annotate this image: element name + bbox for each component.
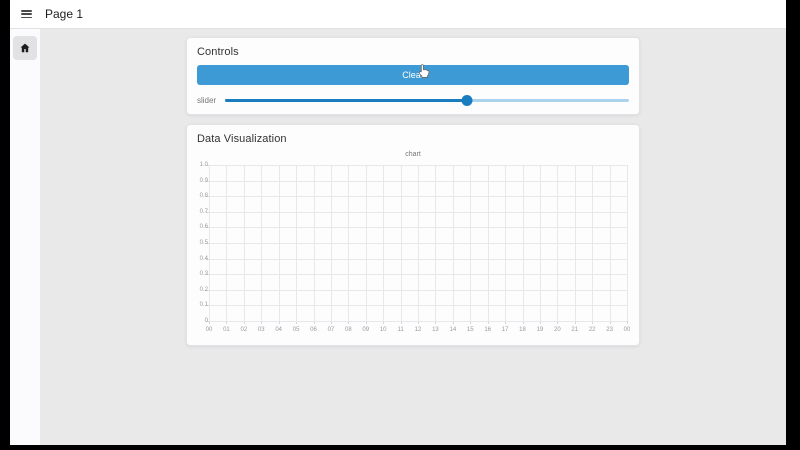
visualization-panel-title: Data Visualization bbox=[197, 133, 287, 145]
visualization-panel: Data Visualization chart 00 01 02 03 04 05 06 0… bbox=[186, 124, 640, 346]
slider-fill bbox=[225, 98, 468, 102]
x-tick-label: 15 bbox=[466, 327, 474, 333]
gridline-horizontal bbox=[209, 227, 627, 229]
gridline-horizontal bbox=[209, 196, 627, 198]
y-tick-label: 0.4 bbox=[199, 255, 208, 262]
controls-panel: Controls Clear slider bbox=[186, 37, 640, 115]
slider-track[interactable] bbox=[225, 94, 629, 106]
gridline-horizontal bbox=[209, 321, 627, 322]
y-tick-label: 0.8 bbox=[199, 193, 208, 200]
y-tick-label: 0.6 bbox=[199, 224, 208, 231]
x-tick-label: 04 bbox=[275, 327, 282, 333]
x-tick-label: 02 bbox=[240, 327, 248, 333]
y-tick-label: 0 bbox=[204, 318, 208, 324]
gridline-vertical bbox=[627, 165, 628, 321]
x-tick-label: 18 bbox=[519, 327, 526, 333]
controls-panel-title: Controls bbox=[197, 46, 239, 58]
x-tick-label: 23 bbox=[606, 327, 613, 333]
gridline-horizontal bbox=[209, 258, 627, 260]
x-tick-label: 05 bbox=[292, 327, 300, 333]
y-tick-label: 0.3 bbox=[199, 271, 208, 278]
x-tick-label: 19 bbox=[536, 327, 544, 333]
hamburger-icon[interactable] bbox=[21, 10, 32, 18]
y-tick-label: 0.1 bbox=[199, 302, 208, 309]
x-tick-label: 21 bbox=[571, 327, 579, 333]
slider-label: slider bbox=[197, 95, 217, 105]
x-tick-label: 01 bbox=[223, 327, 230, 333]
gridline-horizontal bbox=[209, 243, 627, 244]
x-tick-label: 22 bbox=[588, 327, 596, 333]
x-tick-label: 12 bbox=[414, 327, 422, 333]
x-tick-label: 08 bbox=[344, 327, 352, 333]
app-window: Page 1 Controls Clear slider Data Visual… bbox=[10, 0, 786, 445]
x-tick-label: 17 bbox=[501, 327, 509, 333]
x-tick-label: 03 bbox=[257, 327, 265, 333]
gridline-horizontal bbox=[209, 180, 627, 182]
slider-row: slider bbox=[197, 94, 629, 106]
x-tick-label: 20 bbox=[553, 327, 561, 333]
main-content: Controls Clear slider Data Visualization… bbox=[40, 29, 786, 445]
x-tick-label: 13 bbox=[432, 327, 439, 333]
x-tick-label: 10 bbox=[379, 327, 387, 333]
clear-button[interactable]: Clear bbox=[197, 65, 629, 85]
gridline-horizontal bbox=[209, 305, 627, 307]
y-tick-label: 0.5 bbox=[199, 240, 208, 246]
gridline-horizontal bbox=[209, 274, 627, 276]
x-tick-label: 09 bbox=[362, 327, 370, 333]
y-tick-label: 0.2 bbox=[199, 286, 208, 293]
gridline-horizontal bbox=[209, 165, 627, 166]
x-tick-mark bbox=[627, 321, 628, 324]
y-tick-label: 0.7 bbox=[199, 208, 208, 215]
x-tick-label: 07 bbox=[327, 327, 335, 333]
home-icon bbox=[20, 43, 30, 53]
y-tick-label: 1.0 bbox=[199, 162, 208, 168]
x-tick-label: 14 bbox=[449, 327, 457, 333]
chart-title: chart bbox=[405, 151, 421, 158]
chart: chart 00 01 02 03 04 05 06 07 08 09 10 11 12 13 14 15 16… bbox=[197, 151, 631, 337]
sidebar-item-home[interactable] bbox=[13, 36, 37, 60]
x-tick-label: 00 bbox=[623, 327, 631, 333]
x-tick-label: 00 bbox=[205, 327, 213, 333]
x-tick-label: 11 bbox=[397, 327, 404, 333]
sidebar bbox=[10, 29, 40, 445]
x-tick-label: 06 bbox=[310, 327, 317, 333]
gridline-horizontal bbox=[209, 211, 627, 213]
slider-thumb[interactable] bbox=[461, 94, 473, 106]
y-tick-label: 0.9 bbox=[199, 177, 208, 184]
gridline-horizontal bbox=[209, 289, 627, 291]
topbar: Page 1 bbox=[10, 0, 786, 29]
page-title: Page 1 bbox=[45, 7, 84, 21]
x-tick-label: 16 bbox=[484, 327, 491, 333]
chart-plot-area bbox=[206, 165, 628, 324]
